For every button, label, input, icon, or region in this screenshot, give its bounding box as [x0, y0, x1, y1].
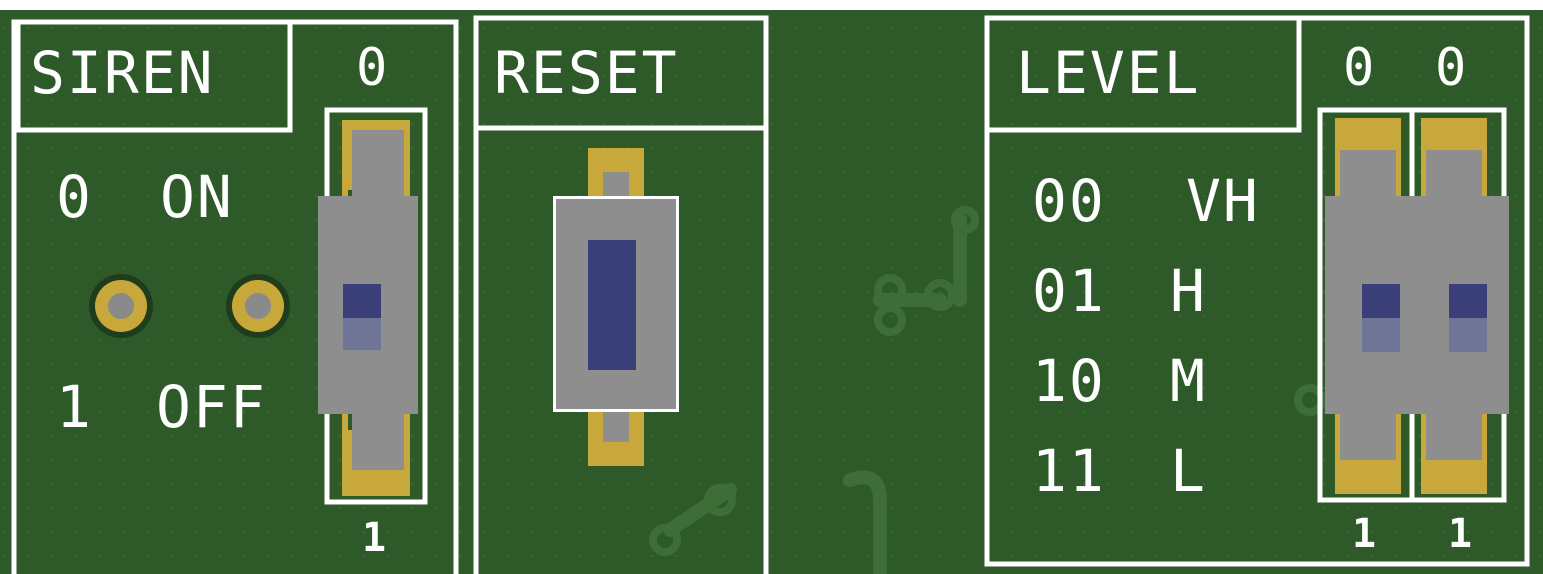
- level-title: LEVEL: [1016, 39, 1201, 107]
- reset-button-actuator[interactable]: [588, 240, 636, 370]
- level-bottom-label-1: 1: [1352, 511, 1377, 557]
- level-switch-knob-2[interactable]: [1449, 284, 1487, 318]
- siren-bottom-label: 1: [362, 515, 387, 561]
- siren-off-value: 1: [56, 373, 93, 441]
- level-top-label-2: 0: [1435, 38, 1467, 98]
- siren-switch-knob[interactable]: [343, 284, 381, 318]
- level-name-0: VH: [1186, 167, 1260, 235]
- level-name-1: H: [1170, 257, 1207, 325]
- siren-on-label: ON: [160, 163, 234, 231]
- level-switch-knob-1[interactable]: [1362, 284, 1400, 318]
- siren-title: SIREN: [30, 39, 215, 107]
- level-bottom-label-2: 1: [1448, 511, 1473, 557]
- reset-title: RESET: [494, 39, 679, 107]
- level-top-label-1: 0: [1343, 38, 1375, 98]
- level-code-0: 00: [1032, 167, 1106, 235]
- siren-top-label: 0: [356, 38, 388, 98]
- level-name-3: L: [1170, 437, 1207, 505]
- siren-on-value: 0: [56, 163, 93, 231]
- pcb-board: [0, 0, 1543, 574]
- siren-pad-off: [226, 274, 290, 338]
- level-name-2: M: [1170, 347, 1207, 415]
- siren-off-label: OFF: [156, 373, 267, 441]
- level-code-2: 10: [1032, 347, 1106, 415]
- level-code-3: 11: [1032, 437, 1106, 505]
- siren-pad-on: [89, 274, 153, 338]
- level-code-1: 01: [1032, 257, 1106, 325]
